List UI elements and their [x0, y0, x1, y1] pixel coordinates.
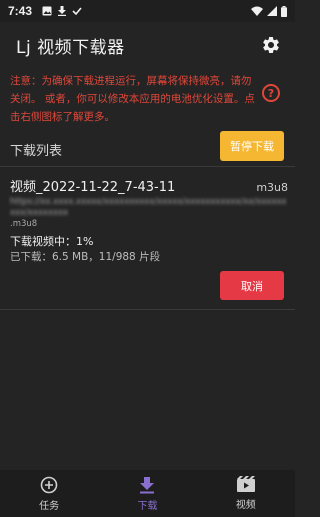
download-icon — [58, 6, 67, 16]
divider — [0, 309, 295, 310]
pause-download-button[interactable]: 暂停下载 — [220, 131, 284, 161]
task-url-end: .m3u8 — [10, 219, 38, 229]
app-bar: Lj 视频下载器 — [0, 22, 295, 68]
task-status: 下载视频中：1% — [10, 235, 94, 248]
task-progress: 已下载：6.5 MB，11/988 片段 — [10, 251, 161, 263]
nav-item-downloads[interactable]: 下载 — [98, 470, 196, 517]
task-type: m3u8 — [256, 181, 288, 194]
nav-label-downloads: 下载 — [137, 500, 158, 512]
nav-item-videos[interactable]: 视频 — [197, 470, 295, 517]
video-icon — [236, 476, 255, 492]
status-bar: 7:43 — [0, 0, 295, 22]
gear-icon — [263, 36, 279, 53]
task-url-redacted: https://xx.xxxx.xxxxx/xxxxxxxxxx/xxxxx/x… — [10, 197, 287, 218]
battery-icon — [281, 5, 287, 17]
plus-circle-icon — [40, 476, 58, 493]
help-circle-icon: ? — [267, 86, 275, 100]
nav-label-tasks: 任务 — [39, 500, 60, 512]
cancel-button[interactable]: 取消 — [220, 271, 284, 300]
nav-label-videos: 视频 — [235, 500, 256, 511]
image-icon — [42, 6, 52, 16]
task-name: 视频_2022-11-22_7-43-11 — [10, 180, 176, 195]
check-icon — [72, 7, 82, 16]
help-button[interactable]: ? — [262, 84, 280, 102]
download-icon — [140, 476, 155, 493]
app-title: Lj 视频下载器 — [16, 37, 125, 58]
status-time: 7:43 — [8, 4, 33, 18]
download-list-title: 下载列表 — [10, 143, 63, 159]
divider — [0, 166, 295, 167]
download-task: 视频_2022-11-22_7-43-11 m3u8 https://xx.xx… — [10, 176, 288, 265]
nav-item-tasks[interactable]: 任务 — [0, 470, 98, 517]
task-url: https://xx.xxxx.xxxxx/xxxxxxxxxx/xxxxx/x… — [10, 197, 288, 230]
bottom-nav: 任务 下载 视频 — [0, 470, 295, 517]
signal-icon — [267, 6, 277, 16]
battery-notice-text: 注意：为确保下载进程运行，屏幕将保持微亮，请勿关闭。 或者，你可以修改本应用的电… — [10, 75, 255, 123]
wifi-icon — [251, 6, 263, 16]
settings-button[interactable] — [259, 33, 283, 57]
